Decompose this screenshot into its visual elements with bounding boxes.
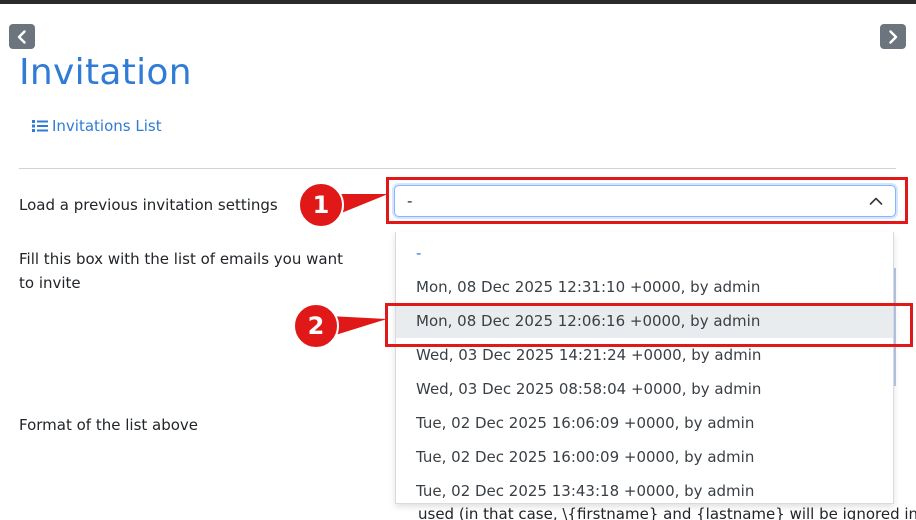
dropdown-option[interactable]: Wed, 03 Dec 2025 08:58:04 +0000, by admi… bbox=[396, 372, 893, 406]
dropdown-option[interactable]: Tue, 02 Dec 2025 13:43:18 +0000, by admi… bbox=[396, 474, 893, 503]
callout-number: 2 bbox=[307, 312, 325, 340]
invitations-list-label: Invitations List bbox=[52, 117, 162, 135]
callout-number: 1 bbox=[312, 191, 330, 219]
divider bbox=[19, 168, 896, 169]
dropdown-option[interactable]: - bbox=[396, 236, 893, 270]
invitations-list-link[interactable]: Invitations List bbox=[32, 115, 162, 137]
page-title: Invitation bbox=[19, 52, 192, 93]
callout-marker-1: 1 bbox=[298, 182, 398, 232]
dropdown-option[interactable]: Tue, 02 Dec 2025 16:00:09 +0000, by admi… bbox=[396, 440, 893, 474]
list-icon bbox=[32, 120, 48, 132]
previous-button[interactable] bbox=[9, 24, 35, 49]
callout-box-2 bbox=[385, 303, 913, 347]
chevron-right-icon bbox=[889, 29, 898, 44]
callout-box-1 bbox=[386, 177, 908, 224]
email-list-label: Fill this box with the list of emails yo… bbox=[19, 250, 343, 292]
next-button[interactable] bbox=[880, 24, 906, 49]
dropdown-option[interactable]: Tue, 02 Dec 2025 16:06:09 +0000, by admi… bbox=[396, 406, 893, 440]
dropdown-option[interactable]: Mon, 08 Dec 2025 12:31:10 +0000, by admi… bbox=[396, 270, 893, 304]
load-settings-label: Load a previous invitation settings bbox=[19, 196, 278, 214]
callout-marker-2: 2 bbox=[293, 303, 393, 353]
settings-dropdown: - Mon, 08 Dec 2025 12:31:10 +0000, by ad… bbox=[395, 232, 894, 504]
top-bar bbox=[0, 0, 916, 4]
chevron-left-icon bbox=[17, 29, 26, 44]
format-label: Format of the list above bbox=[19, 416, 199, 434]
format-help-text: used (in that case, \{firstname} and {la… bbox=[418, 505, 916, 520]
